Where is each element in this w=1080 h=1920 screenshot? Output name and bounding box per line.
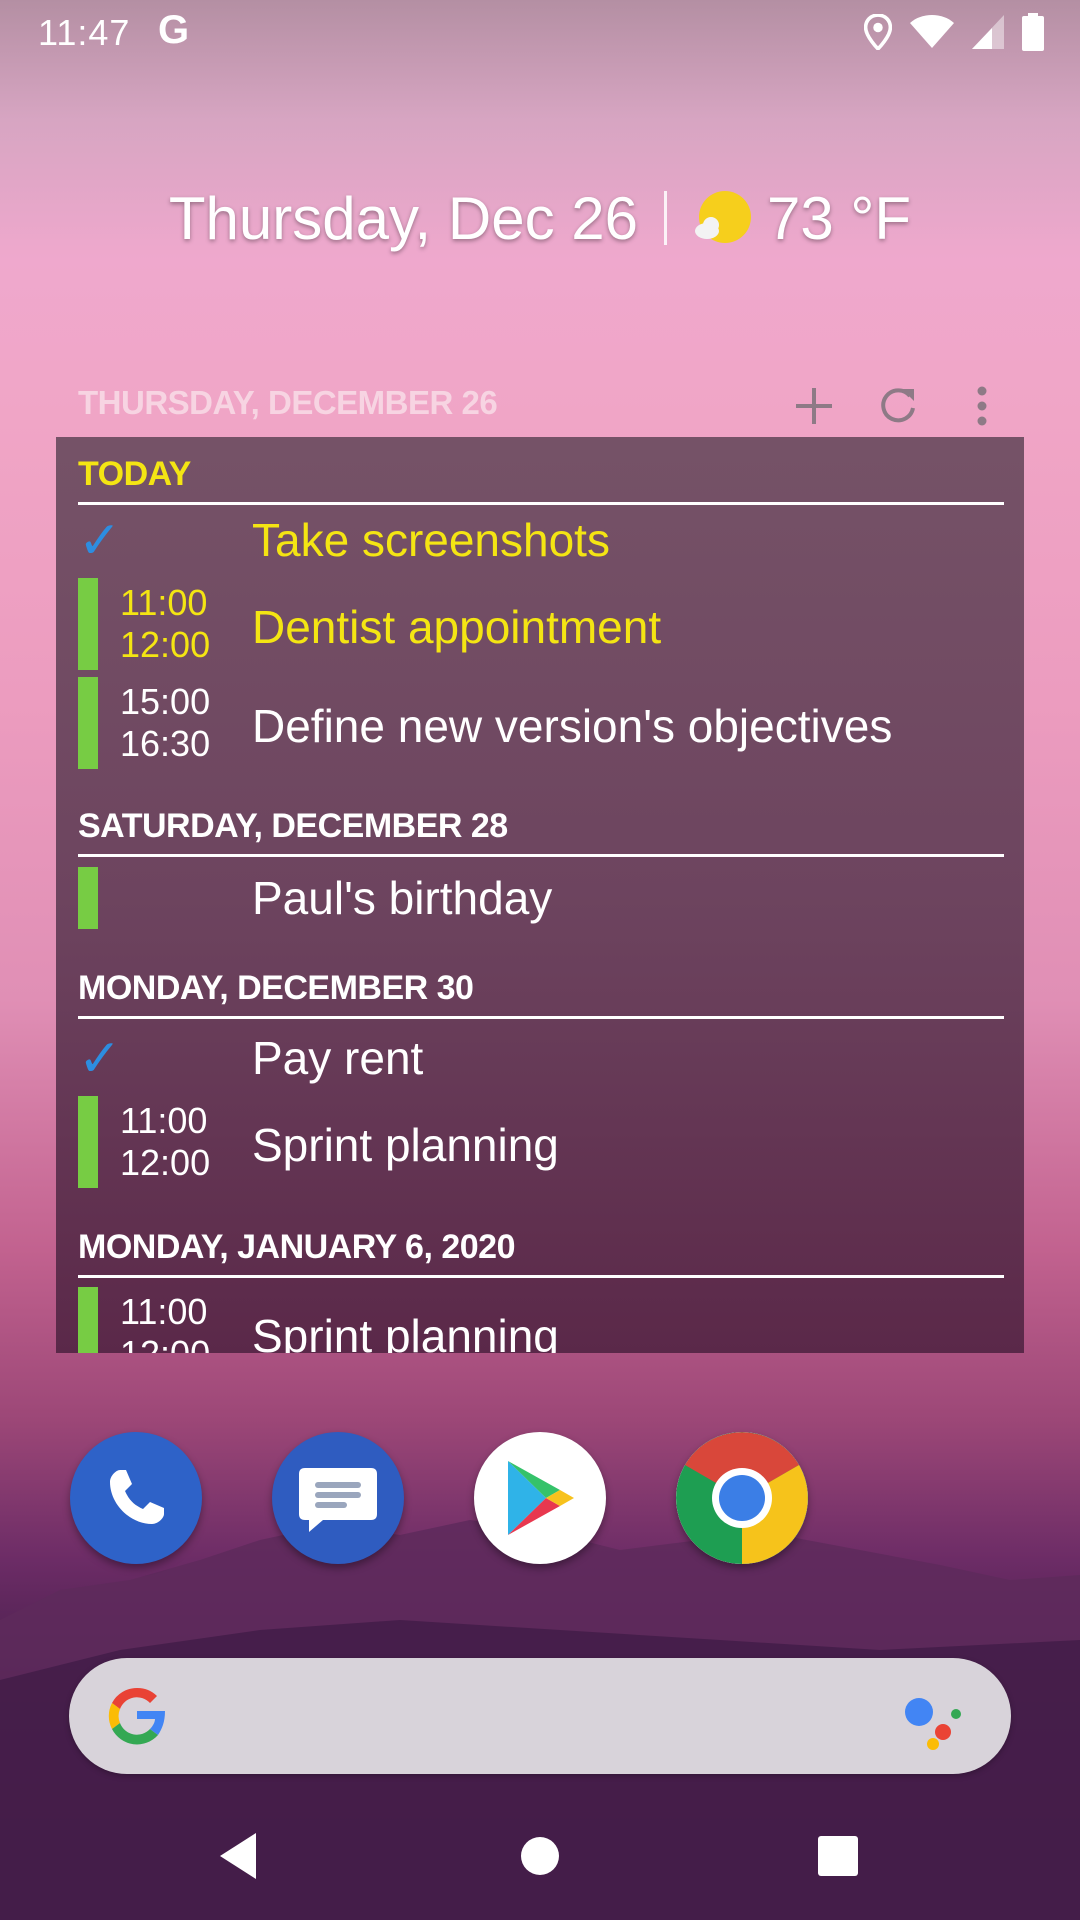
event-title: Dentist appointment	[252, 601, 662, 653]
refresh-button[interactable]	[870, 378, 926, 434]
phone-app-icon[interactable]	[70, 1432, 202, 1564]
calendar-widget[interactable]: TODAY ✓ Take screenshots 11:00 12:00 Den…	[56, 437, 1024, 1353]
partly-sunny-icon	[695, 191, 752, 243]
home-icon	[521, 1837, 559, 1875]
back-button[interactable]	[198, 1816, 278, 1896]
check-icon: ✓	[78, 1030, 122, 1088]
wifi-icon	[910, 15, 954, 48]
location-icon	[864, 14, 892, 50]
event-item[interactable]: 11:00 12:00 Sprint planning	[78, 1287, 1004, 1353]
event-start-time: 15:00	[120, 681, 211, 722]
widget-header-title[interactable]: THURSDAY, DECEMBER 26	[78, 384, 498, 422]
google-notification-icon: G	[158, 8, 190, 52]
event-item[interactable]: 11:00 12:00 Sprint planning	[78, 1096, 1004, 1188]
event-color-bar	[78, 1096, 98, 1188]
add-event-button[interactable]	[786, 378, 842, 434]
glance-temperature[interactable]: 73 °F	[767, 184, 911, 253]
event-start-time: 11:00	[120, 1291, 208, 1332]
recents-button[interactable]	[798, 1816, 878, 1896]
navigation-bar	[0, 1792, 1080, 1920]
task-title: Take screenshots	[252, 514, 610, 566]
refresh-icon	[881, 388, 915, 423]
add-icon	[796, 388, 832, 424]
message-bubble-icon	[299, 1468, 377, 1532]
event-start-time: 11:00	[120, 1100, 208, 1141]
play-store-app-icon[interactable]	[474, 1432, 606, 1564]
event-end-time: 12:00	[120, 624, 211, 665]
chrome-app-icon[interactable]	[676, 1432, 808, 1564]
event-title: Sprint planning	[252, 1310, 559, 1353]
more-options-icon	[977, 386, 987, 426]
event-end-time: 12:00	[120, 1333, 210, 1353]
event-end-time: 16:30	[120, 723, 211, 764]
phone-handset-icon	[110, 1470, 164, 1524]
day-header-today: TODAY	[78, 455, 1004, 505]
status-time: 11:47	[38, 12, 131, 53]
google-assistant-icon[interactable]	[901, 1690, 971, 1750]
day-header-monday-dec-30: MONDAY, DECEMBER 30	[78, 969, 1004, 1019]
event-item[interactable]: Paul's birthday	[78, 867, 1004, 929]
glance-divider	[664, 191, 668, 245]
google-g-logo	[108, 1687, 165, 1745]
battery-icon	[1022, 13, 1044, 51]
event-color-bar	[78, 1287, 98, 1353]
event-color-bar	[78, 677, 98, 769]
day-header-saturday: SATURDAY, DECEMBER 28	[78, 807, 1004, 857]
calendar-widget-header: THURSDAY, DECEMBER 26	[56, 378, 1024, 438]
glance-date[interactable]: Thursday, Dec 26	[169, 184, 638, 253]
event-title: Paul's birthday	[252, 872, 553, 924]
event-color-bar	[78, 867, 98, 929]
event-title: Sprint planning	[252, 1119, 559, 1171]
event-item[interactable]: 15:00 16:30 Define new version's objecti…	[78, 677, 1004, 769]
back-icon	[220, 1833, 256, 1879]
chrome-logo-icon	[676, 1432, 808, 1564]
check-icon: ✓	[78, 512, 122, 570]
event-item[interactable]: 11:00 12:00 Dentist appointment	[78, 578, 1004, 670]
signal-icon	[972, 15, 1004, 49]
event-color-bar	[78, 578, 98, 670]
messages-app-icon[interactable]	[272, 1432, 404, 1564]
home-button[interactable]	[500, 1816, 580, 1896]
event-start-time: 11:00	[120, 582, 208, 623]
task-title: Pay rent	[252, 1032, 424, 1084]
status-bar: 11:47 G	[0, 0, 1080, 64]
at-a-glance[interactable]: Thursday, Dec 26 73 °F	[0, 178, 1080, 258]
app-dock	[0, 1432, 1080, 1564]
event-title: Define new version's objectives	[252, 700, 893, 752]
event-end-time: 12:00	[120, 1142, 211, 1183]
google-search-bar[interactable]	[69, 1658, 1011, 1774]
recents-icon	[818, 1836, 858, 1876]
more-options-button[interactable]	[954, 378, 1010, 434]
play-triangle-icon	[508, 1461, 574, 1535]
day-header-monday-jan-6: MONDAY, JANUARY 6, 2020	[78, 1228, 1004, 1278]
